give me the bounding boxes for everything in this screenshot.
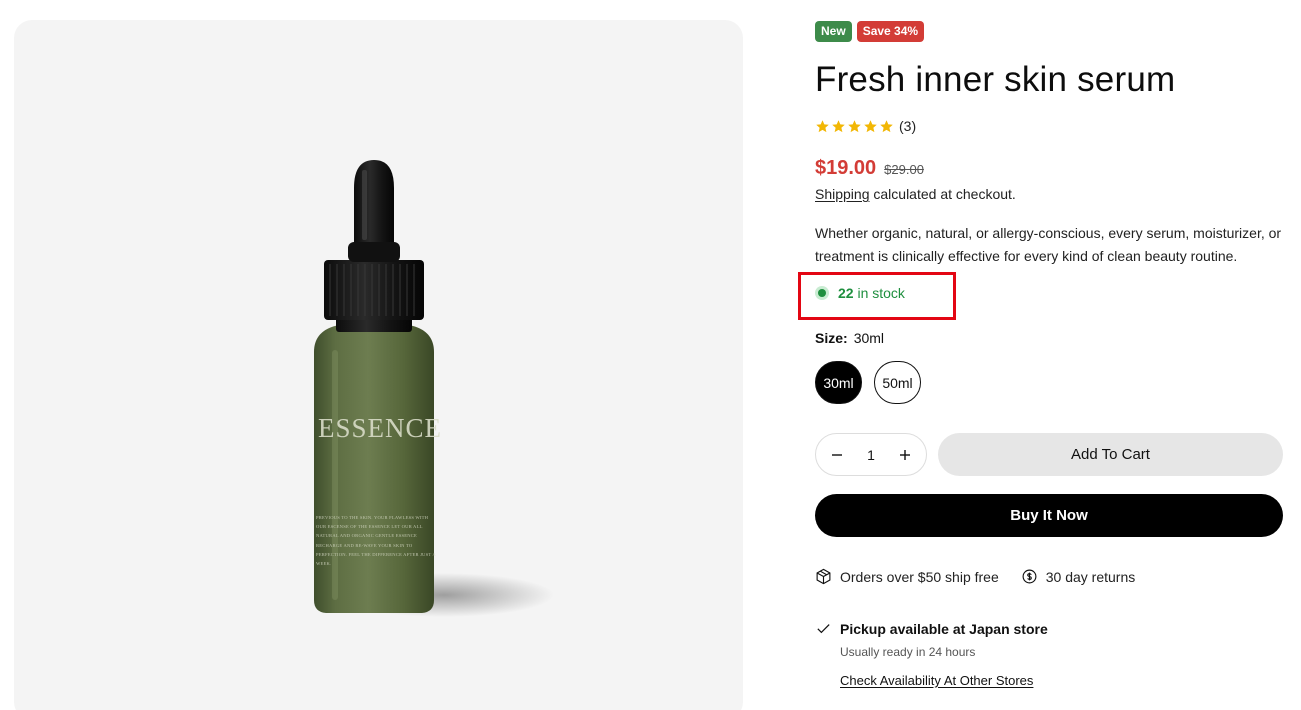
size-selected-value: 30ml bbox=[853, 330, 885, 346]
decrease-quantity-button[interactable] bbox=[829, 447, 845, 463]
pickup-title-row: Pickup available at Japan store bbox=[815, 620, 1048, 637]
rating[interactable]: (3) bbox=[815, 118, 916, 134]
sale-price: $19.00 bbox=[815, 157, 877, 179]
returns-perk: 30 day returns bbox=[1021, 568, 1136, 585]
dollar-circle-icon bbox=[1022, 569, 1037, 584]
pickup-availability: Pickup available at Japan store Usually … bbox=[815, 620, 1048, 688]
check-availability-link[interactable]: Check Availability At Other Stores bbox=[840, 673, 1048, 688]
review-count[interactable]: (3) bbox=[899, 118, 916, 134]
price-row: $19.00 $29.00 bbox=[815, 157, 924, 180]
quantity-stepper: 1 bbox=[815, 433, 927, 476]
free-shipping-text: Orders over $50 ship free bbox=[840, 568, 999, 585]
new-badge: New bbox=[815, 21, 852, 42]
product-media[interactable]: ESSENCE PREVIOUS TO THE SKIN. YOUR FLAWL… bbox=[14, 20, 743, 710]
shipping-link[interactable]: Shipping bbox=[815, 186, 870, 202]
pickup-subtitle: Usually ready in 24 hours bbox=[840, 645, 976, 659]
pickup-title: Pickup available at Japan store bbox=[840, 620, 1048, 637]
bottle-fine-print: PREVIOUS TO THE SKIN. YOUR FLAWLESS WITH… bbox=[316, 515, 436, 567]
badges: New Save 34% bbox=[815, 21, 925, 42]
perks: Orders over $50 ship free 30 day returns bbox=[815, 568, 1135, 585]
increase-quantity-button[interactable] bbox=[897, 447, 913, 463]
add-to-cart-button[interactable]: Add To Cart bbox=[938, 433, 1283, 476]
sale-badge: Save 34% bbox=[856, 21, 925, 42]
stock-text: in stock bbox=[853, 285, 905, 301]
stock-count: 22 bbox=[838, 285, 854, 301]
free-shipping-perk: Orders over $50 ship free bbox=[815, 568, 999, 585]
bottle-label-text: ESSENCE bbox=[317, 413, 443, 443]
check-icon bbox=[817, 624, 830, 634]
star-icon bbox=[832, 119, 845, 132]
star-rating bbox=[815, 119, 894, 134]
size-option-50ml[interactable]: 50ml bbox=[874, 361, 921, 404]
star-icon bbox=[848, 119, 861, 132]
package-icon bbox=[816, 568, 831, 585]
size-label-key: Size: bbox=[815, 330, 848, 346]
plus-icon bbox=[899, 449, 910, 460]
star-icon bbox=[880, 119, 893, 132]
quantity-input[interactable]: 1 bbox=[867, 447, 875, 463]
serum-bottle-image bbox=[314, 160, 554, 617]
shipping-note: Shipping calculated at checkout. bbox=[815, 186, 1016, 202]
returns-text: 30 day returns bbox=[1045, 568, 1136, 585]
product-title: Fresh inner skin serum bbox=[815, 60, 1176, 99]
star-icon bbox=[864, 119, 877, 132]
size-options: 30ml 50ml bbox=[815, 361, 921, 404]
compare-at-price: $29.00 bbox=[884, 162, 924, 177]
size-label: Size: 30ml bbox=[815, 330, 884, 346]
buy-it-now-button[interactable]: Buy It Now bbox=[815, 494, 1283, 537]
minus-icon bbox=[832, 453, 842, 456]
shipping-note-text: calculated at checkout. bbox=[869, 186, 1016, 202]
product-description: Whether organic, natural, or allergy-con… bbox=[815, 225, 1282, 264]
size-option-30ml[interactable]: 30ml bbox=[815, 361, 862, 404]
star-icon bbox=[816, 119, 829, 132]
stock-status: 22 in stock bbox=[815, 285, 905, 301]
in-stock-dot-icon bbox=[815, 286, 829, 300]
